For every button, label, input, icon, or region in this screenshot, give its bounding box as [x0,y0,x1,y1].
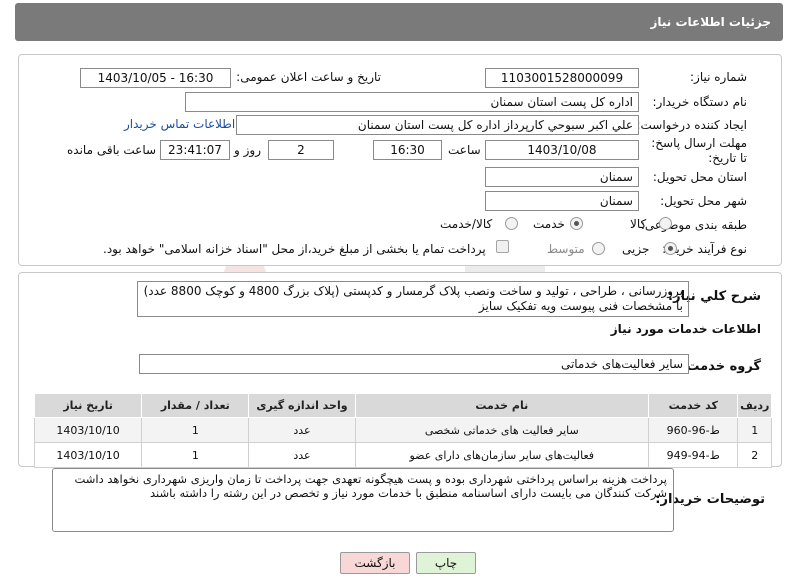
cell-service-code: ط-96-960 [647,417,739,443]
table-header-row: ردیف کد خدمت نام خدمت واحد اندازه گیری ت… [33,393,772,418]
category-goods-radio[interactable] [659,217,672,230]
creator-label: ایجاد کننده درخواست: [636,118,747,132]
print-button[interactable]: چاپ [416,552,476,574]
cell-row-number: 2 [737,442,772,468]
treasury-note: پرداخت تمام یا بخشی از مبلغ خرید،از محل … [103,242,486,256]
description-textarea[interactable]: بروزرسانی ، طراحی ، تولید و ساخت ونصب پل… [137,281,689,317]
col-quantity: تعداد / مقدار [141,393,250,418]
need-number-label: شماره نیاز: [690,70,747,84]
col-unit: واحد اندازه گیری [248,393,356,418]
back-button[interactable]: بازگشت [340,552,410,574]
cell-service-name: سایر فعالیت های خدماتی شخصی [354,417,650,443]
services-section-title: اطلاعات خدمات مورد نیاز [610,322,761,336]
cell-quantity: 1 [141,442,250,468]
days-remaining-field: 2 [268,140,334,160]
creator-field: علي اکبر سبوحي کارپرداز اداره کل پست است… [236,115,639,135]
city-label: شهر محل تحویل: [660,194,747,208]
time-remaining-field: 23:41:07 [160,140,230,160]
cell-need-date: 1403/10/10 [33,417,143,443]
table-row: 1 ط-96-960 سایر فعالیت های خدماتی شخصی ع… [33,417,772,443]
process-medium-radio[interactable] [592,242,605,255]
cell-service-code: ط-94-949 [647,442,739,468]
buyer-notes-line-2: شرکت کنندگان می بایست دارای اساسنامه منط… [149,486,667,500]
category-goods-label: کالا [630,217,647,231]
treasury-checkbox[interactable] [496,240,509,253]
category-service-label: خدمت [533,217,565,231]
category-label: طبقه بندی موضوعی: [640,218,747,232]
buyer-org-field: اداره کل پست استان سمنان [185,92,639,112]
process-minor-label: جزیی [622,242,650,256]
buyer-notes-line-1: پرداخت هزینه براساس پرداختی شهرداری بوده… [74,472,668,486]
deadline-date-field: 1403/10/08 [485,140,639,160]
page-title: جزئیات اطلاعات نیاز [15,3,783,41]
deadline-time-field: 16:30 [373,140,442,160]
buyer-contact-link[interactable]: اطلاعات تماس خریدار [124,117,235,131]
need-number-field: 1103001528000099 [485,68,639,88]
process-medium-label: متوسط [547,242,585,256]
cell-quantity: 1 [141,417,250,443]
cell-need-date: 1403/10/10 [33,442,143,468]
cell-row-number: 1 [737,417,772,443]
announce-datetime-label: تاریخ و ساعت اعلان عمومی: [236,70,381,84]
cell-unit: عدد [248,442,356,468]
cell-service-name: فعالیت‌های سایر سازمان‌های دارای عضو [354,442,650,468]
col-row-number: ردیف [737,393,772,418]
col-service-code: کد خدمت [647,393,739,418]
deadline-label: مهلت ارسال پاسخ: تا تاریخ: [651,136,747,165]
col-need-date: تاریخ نیاز [33,393,143,418]
deadline-time-label: ساعت [448,143,481,157]
category-goods-service-radio[interactable] [505,217,518,230]
province-label: استان محل تحویل: [652,170,747,184]
service-group-label: گروه خدمت: [681,359,761,374]
service-group-field: سایر فعالیت‌های خدماتی [139,354,689,374]
buyer-org-label: نام دستگاه خریدار: [652,95,748,109]
col-service-name: نام خدمت [354,393,650,418]
category-service-radio[interactable] [570,217,583,230]
cell-unit: عدد [248,417,356,443]
city-field: سمنان [485,191,639,211]
days-label: روز و [234,143,261,157]
announce-datetime-field: 1403/10/05 - 16:30 [80,68,231,88]
services-table: ردیف کد خدمت نام خدمت واحد اندازه گیری ت… [33,393,772,468]
time-remaining-label: ساعت باقی مانده [67,143,157,157]
buyer-notes-box: پرداخت هزینه براساس پرداختی شهرداری بوده… [52,468,674,532]
province-field: سمنان [485,167,639,187]
table-row: 2 ط-94-949 فعالیت‌های سایر سازمان‌های دا… [33,442,772,468]
category-goods-service-label: کالا/خدمت [440,217,493,231]
process-minor-radio[interactable] [664,242,677,255]
